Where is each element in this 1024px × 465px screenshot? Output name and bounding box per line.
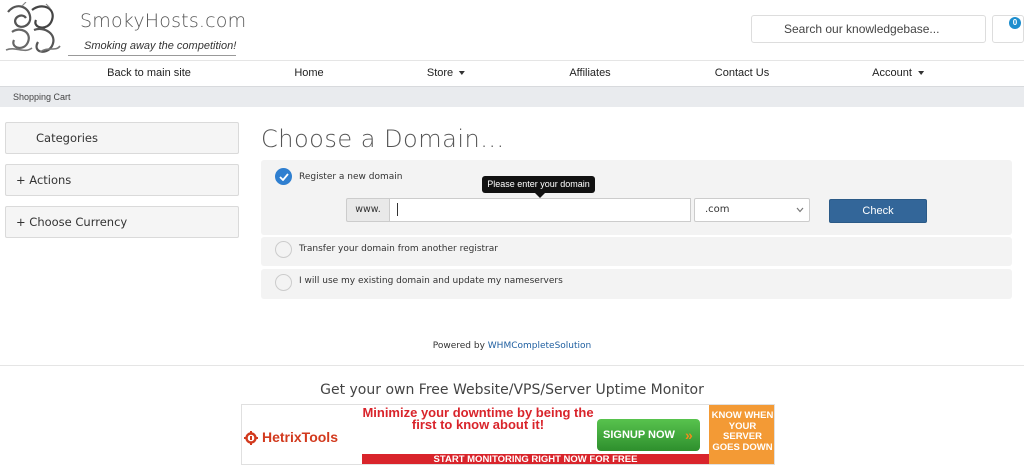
chevron-down-icon [459, 71, 466, 76]
banner-bottom-strip: START MONITORING RIGHT NOW FOR FREE [362, 454, 709, 464]
gear-icon [244, 431, 258, 446]
nav-contact-us[interactable]: Contact Us [715, 61, 769, 86]
sidebar-actions[interactable]: + Actions [5, 164, 239, 196]
banner-logo-text: HetrixTools [262, 429, 338, 445]
check-button[interactable]: Check [829, 199, 927, 223]
smoke-logo-icon[interactable] [2, 2, 62, 56]
footer-title: Get your own Free Website/VPS/Server Upt… [320, 382, 704, 398]
option-transfer-label[interactable]: Transfer your domain from another regist… [299, 244, 498, 254]
option-existing-label[interactable]: I will use my existing domain and update… [299, 276, 563, 286]
hetrixtools-ad-banner[interactable]: HetrixTools Minimize your downtime by be… [241, 404, 775, 465]
nav-affiliates[interactable]: Affiliates [569, 61, 610, 86]
www-prefix: www. [346, 198, 389, 222]
breadcrumb-item[interactable]: Shopping Cart [13, 92, 71, 102]
checkmark-icon [279, 173, 289, 181]
nav-label: Home [294, 67, 324, 79]
radio-existing[interactable] [275, 274, 292, 291]
domain-tooltip: Please enter your domain [482, 176, 595, 193]
tooltip-arrow [535, 193, 545, 198]
chevron-down-icon [796, 207, 804, 213]
tld-selected-value: .com [705, 204, 730, 215]
sidebar-choose-currency[interactable]: + Choose Currency [5, 206, 239, 238]
radio-register[interactable] [275, 168, 292, 185]
banner-headline: Minimize your downtime by being the firs… [362, 405, 594, 432]
nav-account[interactable]: Account [872, 61, 924, 86]
radio-transfer[interactable] [275, 241, 292, 258]
nav-label: Store [426, 67, 454, 79]
sidebar-actions-label: + Actions [16, 173, 72, 187]
brand-underline [68, 55, 236, 56]
domain-input[interactable] [389, 198, 691, 222]
search-placeholder: Search our knowledgebase... [784, 22, 940, 36]
nav-label: Account [872, 67, 912, 79]
nav-label: Contact Us [714, 67, 770, 79]
whmcs-link[interactable]: WHMCompleteSolution [488, 341, 591, 351]
text-cursor [397, 203, 398, 216]
sidebar-currency-label: + Choose Currency [16, 215, 128, 229]
nav-home[interactable]: Home [294, 61, 323, 86]
powered-by: Powered by WHMCompleteSolution [0, 341, 1024, 351]
nav-store[interactable]: Store [426, 61, 466, 86]
banner-right-text: KNOW WHEN YOUR SERVER GOES DOWN [709, 405, 774, 464]
sidebar-categories[interactable]: Categories [5, 122, 239, 154]
double-chevron-right-icon: » [685, 427, 693, 443]
banner-logo: HetrixTools [244, 429, 338, 446]
option-register-label[interactable]: Register a new domain [299, 172, 402, 182]
sidebar-categories-label: Categories [36, 131, 98, 145]
main-nav: Back to main site Home Store Affiliates … [0, 60, 1024, 86]
chevron-down-icon [917, 71, 924, 76]
nav-back-to-main-site[interactable]: Back to main site [107, 61, 191, 86]
powered-by-prefix: Powered by [432, 341, 485, 351]
brand-tagline: Smoking away the competition! [84, 40, 237, 52]
brand-name[interactable]: SmokyHosts.com [80, 10, 246, 32]
nav-label: Back to main site [107, 67, 191, 79]
tld-select[interactable]: .com [694, 198, 810, 222]
nav-label: Affiliates [569, 67, 611, 79]
cart-count-badge: 0 [1009, 17, 1021, 29]
knowledgebase-search-input[interactable]: Search our knowledgebase... [751, 15, 986, 43]
page-title: Choose a Domain... [261, 125, 505, 153]
breadcrumb: Shopping Cart [0, 86, 1024, 107]
site-header: SmokyHosts.com Smoking away the competit… [0, 0, 1024, 58]
